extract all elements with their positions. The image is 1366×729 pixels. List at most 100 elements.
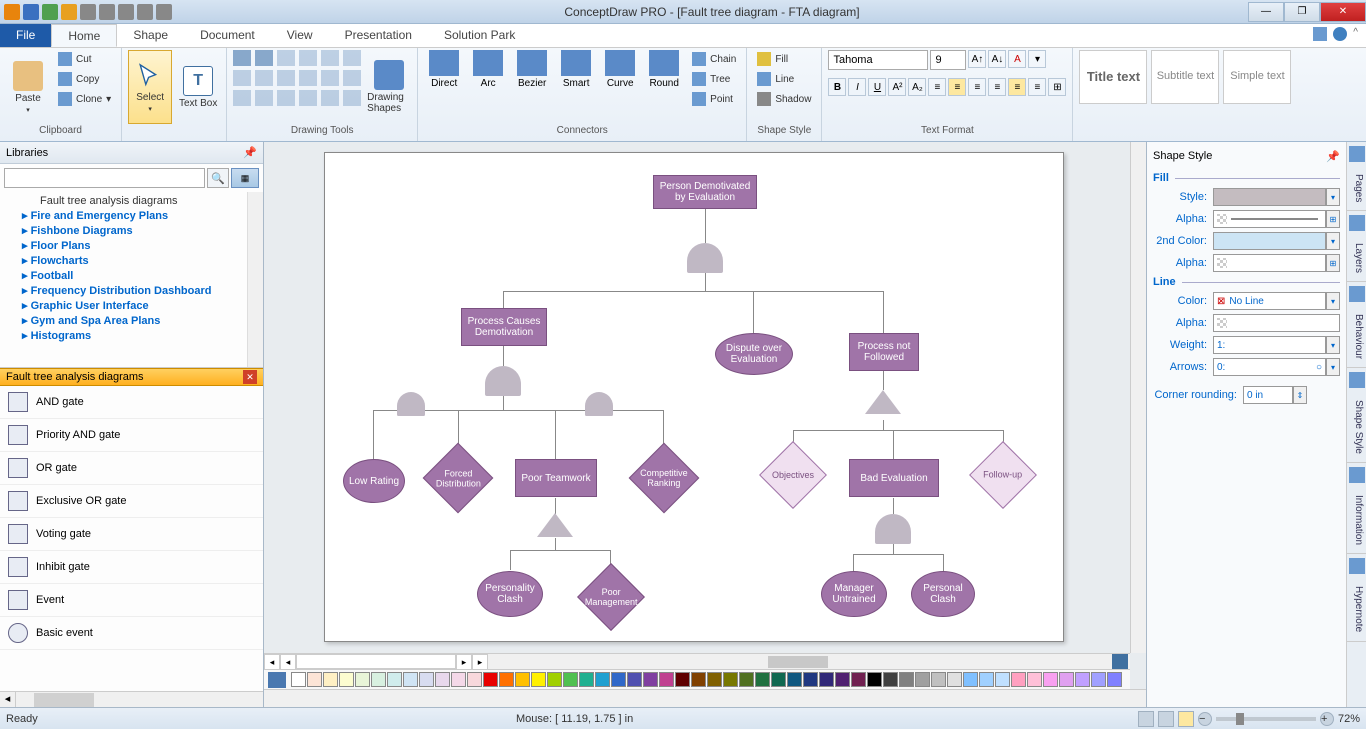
color-swatch[interactable] <box>307 672 322 687</box>
qat-icon[interactable] <box>42 4 58 20</box>
color-swatch[interactable] <box>291 672 306 687</box>
tab-presentation[interactable]: Presentation <box>329 24 428 47</box>
diagram-node[interactable]: Personal Clash <box>911 571 975 617</box>
shape-item[interactable]: Exclusive OR gate <box>0 485 263 518</box>
connector-bezier[interactable]: Bezier <box>512 50 552 89</box>
shape-item[interactable]: Basic event <box>0 617 263 650</box>
color-swatch[interactable] <box>963 672 978 687</box>
color-swatch[interactable] <box>579 672 594 687</box>
shapestyle-icon[interactable] <box>1349 372 1365 388</box>
line-color-select[interactable]: ⊠No Line <box>1213 292 1326 310</box>
color-swatch[interactable] <box>899 672 914 687</box>
corner-rounding-input[interactable]: 0 in <box>1243 386 1293 404</box>
dropdown-icon[interactable]: ▾ <box>1326 336 1340 354</box>
clone-button[interactable]: Clone ▾ <box>54 90 115 108</box>
tree-item[interactable]: ▸ Graphic User Interface <box>4 298 259 313</box>
color-swatch[interactable] <box>499 672 514 687</box>
font-color-icon[interactable]: A <box>1008 50 1026 68</box>
tab-home[interactable]: Home <box>51 24 117 47</box>
color-swatch[interactable] <box>691 672 706 687</box>
subscript-icon[interactable]: A₂ <box>908 78 926 96</box>
alpha-slider[interactable] <box>1213 314 1340 332</box>
shape-item[interactable]: Voting gate <box>0 518 263 551</box>
help-icon[interactable] <box>1333 27 1347 41</box>
color-swatch[interactable] <box>835 672 850 687</box>
connector-curve[interactable]: Curve <box>600 50 640 89</box>
color-swatch[interactable] <box>915 672 930 687</box>
diagram-node[interactable]: Follow-up <box>969 441 1037 509</box>
color-swatch[interactable] <box>931 672 946 687</box>
behaviour-icon[interactable] <box>1349 286 1365 302</box>
tab-information[interactable]: Information <box>1347 487 1366 554</box>
align-left-icon[interactable]: ≡ <box>928 78 946 96</box>
color-swatch[interactable] <box>595 672 610 687</box>
shape-item[interactable]: Inhibit gate <box>0 551 263 584</box>
tab-hypernote[interactable]: Hypernote <box>1347 578 1366 641</box>
diagram-node[interactable]: Low Rating <box>343 459 405 503</box>
tab-pages[interactable]: Pages <box>1347 166 1366 211</box>
hypernote-icon[interactable] <box>1349 558 1365 574</box>
color-swatch[interactable] <box>643 672 658 687</box>
diagram-node[interactable]: Process Causes Demotivation <box>461 308 547 346</box>
color-swatch[interactable] <box>947 672 962 687</box>
file-tab[interactable]: File <box>0 24 51 47</box>
color-swatch[interactable] <box>627 672 642 687</box>
spinner-icon[interactable]: ⇕ <box>1293 386 1307 404</box>
color-swatch[interactable] <box>883 672 898 687</box>
color-swatch[interactable] <box>611 672 626 687</box>
shape-item[interactable]: Event <box>0 584 263 617</box>
or-gate-tri[interactable] <box>537 513 573 537</box>
library-tree[interactable]: Fault tree analysis diagrams ▸ Fire and … <box>0 192 263 368</box>
diagram-node[interactable]: Process not Followed <box>849 333 919 371</box>
tab-shapestyle[interactable]: Shape Style <box>1347 392 1366 463</box>
drawing-tool-grid[interactable] <box>233 50 363 108</box>
qat-save-icon[interactable] <box>23 4 39 20</box>
diagram-node[interactable]: Objectives <box>759 441 827 509</box>
diagram-node[interactable]: Poor Teamwork <box>515 459 597 497</box>
color-swatch[interactable] <box>755 672 770 687</box>
diagram-node[interactable]: Poor Management <box>577 563 645 631</box>
shape-item[interactable]: OR gate <box>0 452 263 485</box>
qat-undo-icon[interactable] <box>80 4 96 20</box>
color-swatch[interactable] <box>771 672 786 687</box>
tab-shape[interactable]: Shape <box>117 24 184 47</box>
preset-subtitle[interactable]: Subtitle text <box>1151 50 1219 104</box>
color-swatch[interactable] <box>371 672 386 687</box>
preset-title[interactable]: Title text <box>1079 50 1147 104</box>
corner-icon[interactable] <box>1112 654 1128 670</box>
close-icon[interactable]: ✕ <box>243 370 257 384</box>
color-swatch[interactable] <box>451 672 466 687</box>
line-button[interactable]: Line <box>753 70 815 88</box>
zoom-slider[interactable] <box>1216 717 1316 721</box>
color-swatch[interactable] <box>675 672 690 687</box>
connector-chain[interactable]: Chain <box>688 50 740 68</box>
fill-button[interactable]: Fill <box>753 50 815 68</box>
color-swatch[interactable] <box>323 672 338 687</box>
connector-arc[interactable]: Arc <box>468 50 508 89</box>
connector-tree[interactable]: Tree <box>688 70 740 88</box>
color-swatch[interactable] <box>1091 672 1106 687</box>
second-color-select[interactable] <box>1213 232 1326 250</box>
tree-item[interactable]: ▸ Fishbone Diagrams <box>4 223 259 238</box>
tree-item[interactable]: ▸ Floor Plans <box>4 238 259 253</box>
connector-direct[interactable]: Direct <box>424 50 464 89</box>
diagram-node[interactable]: Personality Clash <box>477 571 543 617</box>
fit-page-icon[interactable] <box>1178 711 1194 727</box>
or-gate[interactable] <box>875 514 911 544</box>
maximize-button[interactable]: ❐ <box>1284 2 1320 22</box>
and-gate[interactable] <box>397 392 425 416</box>
color-swatch[interactable] <box>995 672 1010 687</box>
alpha-slider[interactable] <box>1213 254 1326 272</box>
italic-icon[interactable]: I <box>848 78 866 96</box>
tree-item[interactable]: ▸ Histograms <box>4 328 259 343</box>
color-swatch[interactable] <box>851 672 866 687</box>
scrollbar[interactable]: ◂ <box>0 691 263 707</box>
tree-item[interactable]: ▸ Flowcharts <box>4 253 259 268</box>
diagram-node[interactable]: Person Demotivated by Evaluation <box>653 175 757 209</box>
color-swatch[interactable] <box>803 672 818 687</box>
color-swatch[interactable] <box>979 672 994 687</box>
color-swatch[interactable] <box>515 672 530 687</box>
font-select[interactable] <box>828 50 928 70</box>
color-swatch[interactable] <box>1011 672 1026 687</box>
scrollbar[interactable] <box>247 192 263 367</box>
